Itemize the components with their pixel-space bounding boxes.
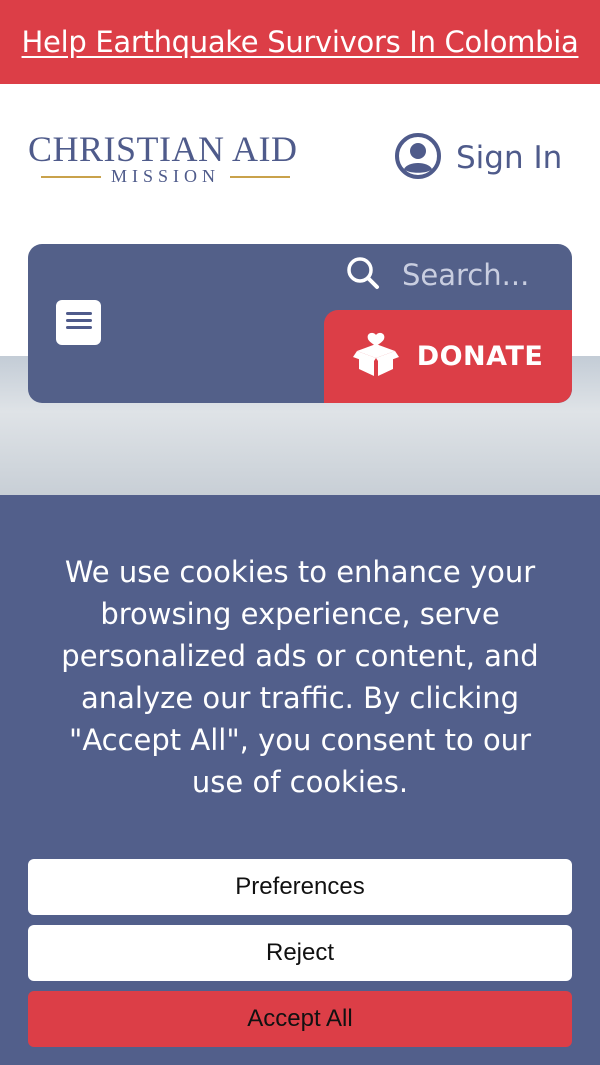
logo-subtitle: MISSION — [110, 166, 220, 186]
hamburger-menu-button[interactable] — [56, 300, 101, 345]
accept-all-button[interactable]: Accept All — [28, 991, 572, 1047]
site-header: CHRISTIAN AID MISSION Sign In — [0, 84, 600, 244]
logo-wordmark: CHRISTIAN AID — [28, 129, 298, 169]
main-nav-bar: DONATE — [28, 244, 572, 403]
christian-aid-mission-logo[interactable]: CHRISTIAN AID MISSION — [28, 130, 303, 190]
donate-button[interactable]: DONATE — [324, 310, 572, 403]
preferences-button[interactable]: Preferences — [28, 859, 572, 915]
gift-box-heart-icon — [352, 331, 399, 382]
sign-in-link[interactable]: Sign In — [394, 132, 563, 185]
sign-in-label: Sign In — [456, 140, 563, 176]
reject-button[interactable]: Reject — [28, 925, 572, 981]
top-alert-banner: Help Earthquake Survivors In Colombia — [0, 0, 600, 84]
cookie-consent-panel: We use cookies to enhance your browsing … — [0, 495, 600, 1065]
hamburger-menu-icon — [65, 310, 92, 335]
logo-rule-left — [40, 175, 101, 178]
donate-label: DONATE — [416, 341, 544, 372]
search-icon[interactable] — [346, 256, 380, 295]
cookie-message: We use cookies to enhance your browsing … — [61, 555, 539, 799]
earthquake-appeal-link[interactable]: Help Earthquake Survivors In Colombia — [22, 25, 579, 59]
user-circle-icon — [394, 132, 442, 185]
search-input[interactable] — [402, 258, 552, 292]
search-bar — [346, 252, 566, 298]
logo-rule-right — [230, 175, 290, 178]
